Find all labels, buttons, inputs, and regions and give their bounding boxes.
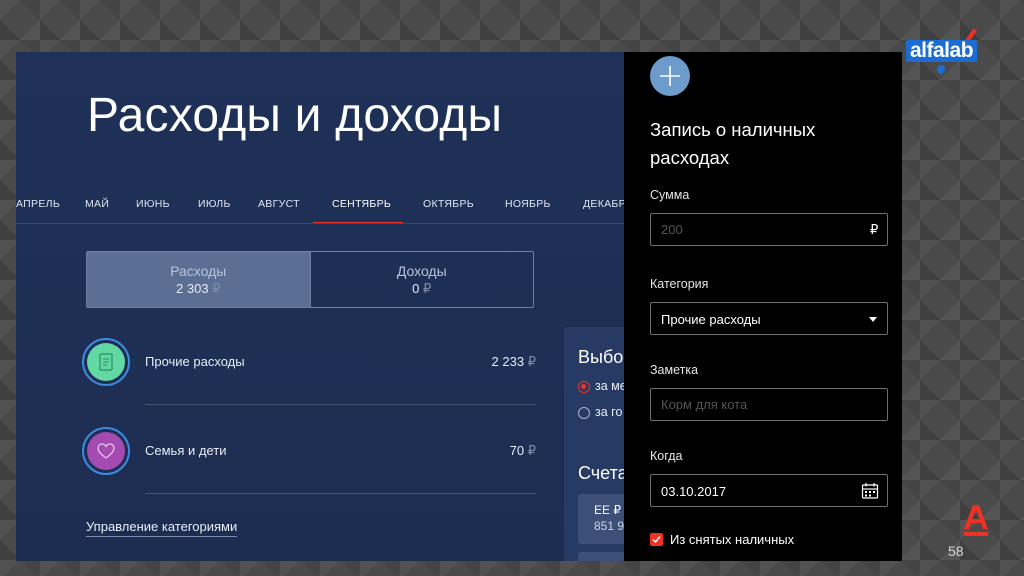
logo-drop bbox=[935, 63, 947, 75]
tab-august[interactable]: АВГУСТ bbox=[258, 198, 300, 210]
category-divider bbox=[145, 493, 536, 494]
expenses-amount: 2 303 ₽ bbox=[176, 280, 221, 296]
alfalab-logo: alfalab bbox=[906, 28, 990, 75]
category-row[interactable]: Прочие расходы 2 233 ₽ bbox=[82, 332, 536, 392]
alfa-bank-logo-icon bbox=[964, 505, 988, 536]
category-name: Семья и дети bbox=[145, 443, 227, 458]
tab-july[interactable]: ИЮЛЬ bbox=[198, 198, 231, 210]
category-divider bbox=[145, 404, 536, 405]
radio-label: за го bbox=[595, 405, 623, 419]
amount-input[interactable] bbox=[650, 213, 888, 246]
category-icon-ring bbox=[82, 338, 130, 386]
amount-label: Сумма bbox=[650, 188, 690, 202]
category-select[interactable]: Прочие расходы bbox=[650, 302, 888, 335]
expenses-label: Расходы bbox=[170, 262, 227, 279]
radio-label: за ме bbox=[595, 379, 627, 393]
toggle-expenses[interactable]: Расходы 2 303 ₽ bbox=[87, 252, 310, 307]
date-field[interactable]: 03.10.2017 bbox=[650, 474, 888, 507]
slide-number: 58 bbox=[948, 543, 964, 559]
category-icon-ring bbox=[82, 427, 130, 475]
amount-currency: ₽ bbox=[870, 222, 879, 237]
tab-october[interactable]: ОКТЯБРЬ bbox=[423, 198, 474, 210]
app-window: Расходы и доходы АПРЕЛЬ МАЙ ИЮНЬ ИЮЛЬ АВ… bbox=[16, 52, 902, 561]
radio-period-month[interactable] bbox=[578, 381, 590, 393]
toggle-income[interactable]: Доходы 0 ₽ bbox=[309, 252, 534, 307]
check-icon bbox=[652, 536, 661, 544]
tab-june[interactable]: ИЮНЬ bbox=[136, 198, 170, 210]
category-select-value: Прочие расходы bbox=[661, 312, 761, 327]
month-tabs: АПРЕЛЬ МАЙ ИЮНЬ ИЮЛЬ АВГУСТ СЕНТЯБРЬ ОКТ… bbox=[16, 182, 636, 224]
tab-april[interactable]: АПРЕЛЬ bbox=[16, 198, 60, 210]
note-input[interactable] bbox=[650, 388, 888, 421]
note-label: Заметка bbox=[650, 363, 699, 377]
expense-income-toggle: Расходы 2 303 ₽ Доходы 0 ₽ bbox=[86, 251, 534, 308]
calendar-icon[interactable] bbox=[861, 482, 879, 500]
date-label: Когда bbox=[650, 449, 683, 463]
active-tab-underline bbox=[313, 222, 403, 223]
category-amount: 70 ₽ bbox=[509, 443, 536, 458]
add-button[interactable] bbox=[650, 56, 690, 96]
plus-icon bbox=[660, 66, 680, 86]
drawer-title: Запись о наличных расходах bbox=[650, 119, 816, 168]
tab-may[interactable]: МАЙ bbox=[85, 198, 109, 210]
from-withdrawn-cash-checkbox[interactable] bbox=[650, 533, 663, 546]
accounts-title: Счета bbox=[578, 463, 628, 483]
category-amount: 2 233 ₽ bbox=[491, 354, 536, 369]
category-label: Категория bbox=[650, 277, 709, 291]
radio-period-year[interactable] bbox=[578, 407, 590, 419]
manage-categories-link[interactable]: Управление категориями bbox=[86, 519, 238, 537]
date-value: 03.10.2017 bbox=[661, 484, 727, 499]
category-name: Прочие расходы bbox=[145, 354, 245, 369]
chevron-down-icon bbox=[869, 317, 877, 322]
cash-expense-drawer: Запись о наличных расходах Сумма ₽ Катег… bbox=[624, 52, 902, 561]
document-icon bbox=[87, 343, 125, 381]
category-row[interactable]: Семья и дети 70 ₽ bbox=[82, 421, 536, 481]
income-label: Доходы bbox=[396, 262, 447, 279]
page-title: Расходы и доходы bbox=[87, 89, 503, 142]
heart-icon bbox=[87, 432, 125, 470]
tab-november[interactable]: НОЯБРЬ bbox=[505, 198, 551, 210]
filter-title: Выбо bbox=[578, 347, 624, 367]
tab-september[interactable]: СЕНТЯБРЬ bbox=[332, 198, 391, 210]
logo-text: alfalab bbox=[906, 40, 978, 62]
income-amount: 0 ₽ bbox=[412, 280, 432, 296]
checkbox-label: Из снятых наличных bbox=[670, 532, 795, 547]
